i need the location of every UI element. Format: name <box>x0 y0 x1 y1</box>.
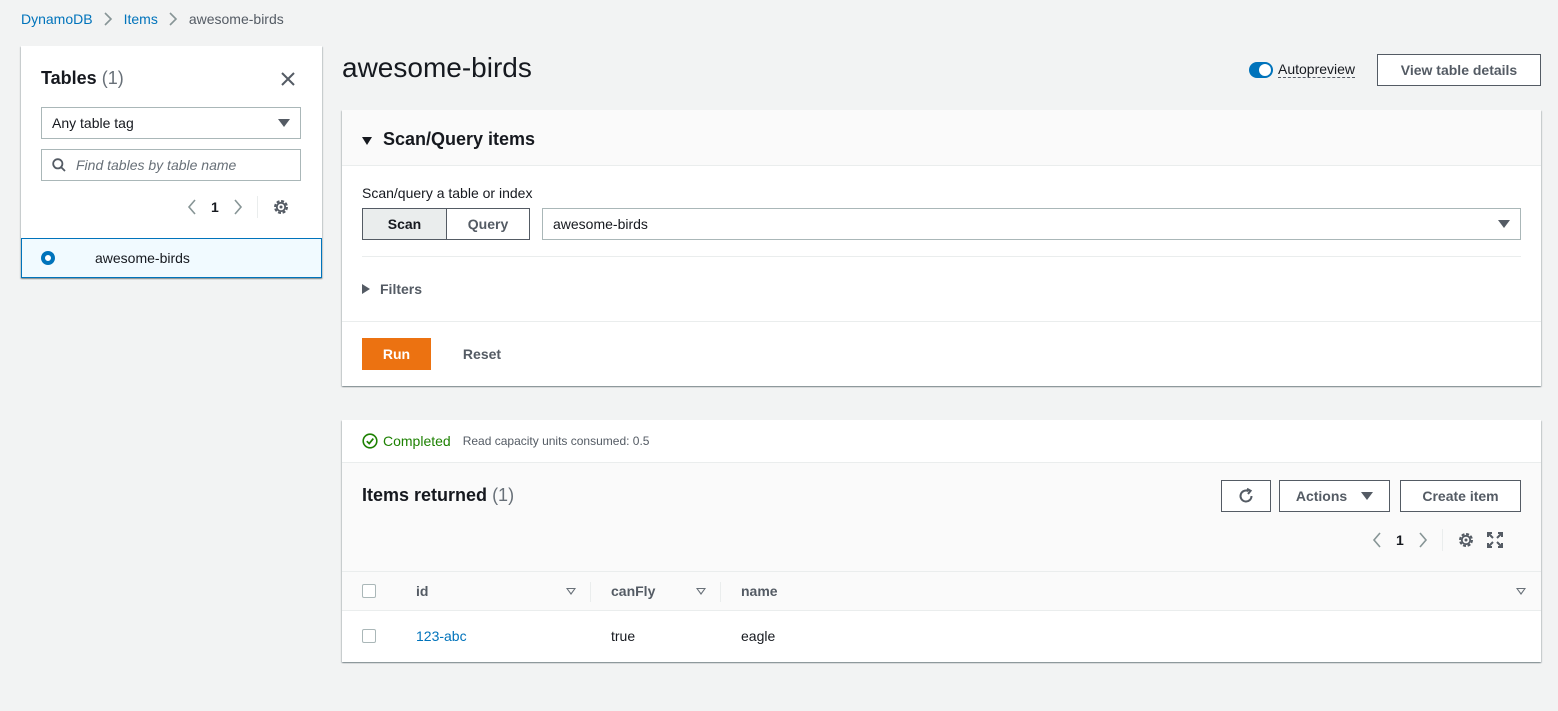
chevron-right-icon[interactable] <box>1418 532 1428 548</box>
query-mode-button[interactable]: Query <box>447 209 529 239</box>
column-divider[interactable] <box>590 582 591 602</box>
item-canfly-value: true <box>611 628 636 644</box>
table-row: 123-abc true eagle <box>342 611 1541 662</box>
item-name-value: eagle <box>741 628 776 644</box>
chevron-left-icon[interactable] <box>1372 532 1382 548</box>
filters-label: Filters <box>380 281 423 297</box>
autopreview-label[interactable]: Autopreview <box>1278 62 1356 78</box>
create-item-button[interactable]: Create item <box>1400 480 1521 512</box>
table-header-row: id canFly name <box>342 571 1541 611</box>
column-header-canfly[interactable]: canFly <box>611 572 655 610</box>
tables-pagination: 1 <box>187 196 290 218</box>
view-table-details-button[interactable]: View table details <box>1377 54 1541 86</box>
tables-panel: Tables (1) Any table tag 1 awesome-birds <box>21 46 322 278</box>
breadcrumb-items-link[interactable]: Items <box>124 11 158 27</box>
caret-down-icon <box>278 119 290 127</box>
search-icon <box>52 158 66 172</box>
chevron-right-icon <box>169 12 178 26</box>
page-title: awesome-birds <box>342 52 532 83</box>
breadcrumb-current: awesome-birds <box>188 11 284 27</box>
scan-mode-button[interactable]: Scan <box>363 209 447 239</box>
scan-query-panel: Scan/Query items Scan/query a table or i… <box>342 110 1541 386</box>
page-number[interactable]: 1 <box>211 199 219 215</box>
actions-label: Actions <box>1295 488 1348 504</box>
table-search-input[interactable] <box>74 156 274 174</box>
divider <box>1441 529 1443 551</box>
column-header-name[interactable]: name <box>741 572 778 610</box>
column-header-id[interactable]: id <box>416 572 428 610</box>
sort-icon[interactable] <box>696 588 706 595</box>
check-circle-icon <box>362 433 378 449</box>
settings-gear-icon[interactable] <box>272 198 290 216</box>
items-title: Items returned (1) <box>362 485 514 506</box>
settings-gear-icon[interactable] <box>1457 531 1475 549</box>
table-tag-select[interactable]: Any table tag <box>41 107 301 139</box>
table-index-select[interactable]: awesome-birds <box>542 208 1521 240</box>
breadcrumb-dynamodb-link[interactable]: DynamoDB <box>21 11 93 27</box>
actions-dropdown-button[interactable]: Actions <box>1279 480 1390 512</box>
table-search-field[interactable] <box>41 149 301 181</box>
filters-expander[interactable]: Filters <box>362 281 422 297</box>
tables-count: (1) <box>101 68 124 88</box>
sort-icon[interactable] <box>566 588 576 595</box>
item-id-link[interactable]: 123-abc <box>416 611 467 661</box>
divider <box>342 321 1541 322</box>
run-button[interactable]: Run <box>362 338 431 370</box>
table-list-item[interactable]: awesome-birds <box>21 238 322 278</box>
items-pagination: 1 <box>1372 529 1503 551</box>
selected-table-value: awesome-birds <box>553 216 648 232</box>
scan-query-segmented-control: Scan Query <box>362 208 530 240</box>
status-note: Read capacity units consumed: 0.5 <box>462 434 650 448</box>
breadcrumb: DynamoDB Items awesome-birds <box>21 10 284 28</box>
refresh-button[interactable] <box>1221 480 1271 512</box>
reset-button[interactable]: Reset <box>446 338 518 370</box>
chevron-right-icon <box>104 12 113 26</box>
scan-query-header[interactable]: Scan/Query items <box>342 110 1541 166</box>
items-count: (1) <box>492 485 515 505</box>
radio-selected-icon[interactable] <box>41 251 55 265</box>
caret-right-icon <box>362 284 370 294</box>
select-all-checkbox[interactable] <box>362 584 376 598</box>
sort-icon[interactable] <box>1516 588 1526 595</box>
close-icon[interactable] <box>279 70 297 88</box>
status-text: Completed <box>383 433 451 449</box>
fullscreen-icon[interactable] <box>1486 532 1503 548</box>
table-tag-value: Any table tag <box>52 115 134 131</box>
results-panel: Completed Read capacity units consumed: … <box>342 420 1541 662</box>
refresh-icon <box>1237 487 1255 505</box>
caret-down-icon <box>1361 492 1374 500</box>
items-header: Items returned (1) Actions Create item 1 <box>342 463 1541 571</box>
chevron-left-icon[interactable] <box>187 199 197 215</box>
caret-down-icon <box>1498 220 1510 228</box>
scan-query-label: Scan/query a table or index <box>362 185 533 201</box>
toggle-switch-icon[interactable] <box>1249 62 1273 78</box>
items-title-text: Items returned <box>362 485 488 505</box>
autopreview-toggle[interactable]: Autopreview <box>1249 62 1356 78</box>
divider <box>362 256 1521 257</box>
row-checkbox[interactable] <box>362 629 376 643</box>
caret-down-icon <box>362 137 372 145</box>
status-bar: Completed Read capacity units consumed: … <box>342 420 1541 463</box>
table-name: awesome-birds <box>95 250 190 266</box>
chevron-right-icon[interactable] <box>233 199 243 215</box>
page-number[interactable]: 1 <box>1396 532 1404 548</box>
scan-query-title: Scan/Query items <box>383 129 536 149</box>
divider <box>256 196 258 218</box>
tables-title-text: Tables <box>41 68 97 88</box>
column-divider[interactable] <box>720 582 721 602</box>
tables-panel-title: Tables (1) <box>41 68 124 89</box>
